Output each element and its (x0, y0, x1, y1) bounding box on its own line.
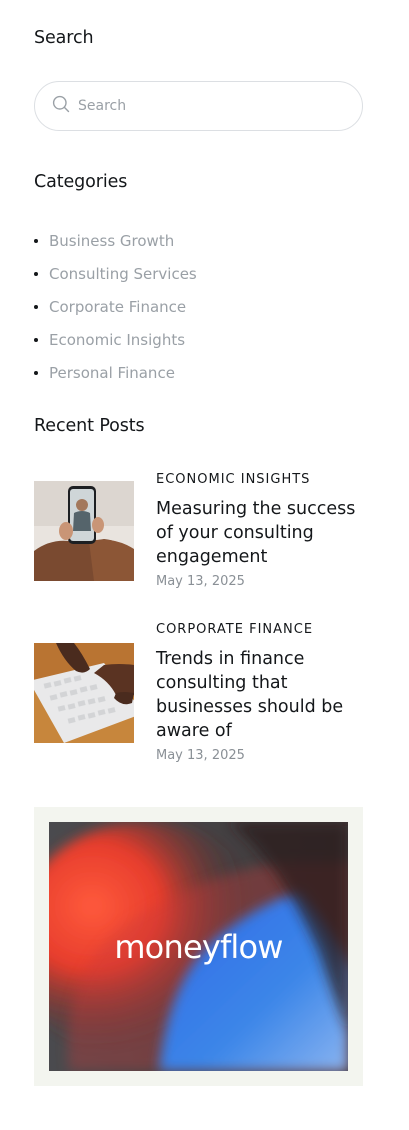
category-item: Consulting Services (34, 257, 197, 290)
bullet-icon (34, 370, 38, 375)
ad-banner[interactable]: moneyflow (34, 807, 363, 1086)
category-item: Business Growth (34, 224, 197, 257)
post-title-link[interactable]: Measuring the success of your consulting… (156, 497, 361, 569)
ad-image[interactable]: moneyflow (49, 822, 348, 1071)
category-item: Corporate Finance (34, 290, 197, 323)
post-date: May 13, 2025 (156, 748, 245, 763)
post-date: May 13, 2025 (156, 574, 245, 589)
category-link-economic-insights[interactable]: Economic Insights (49, 331, 185, 349)
post-meta: ECONOMIC INSIGHTS Measuring the success … (156, 471, 361, 592)
category-link-personal-finance[interactable]: Personal Finance (49, 364, 175, 382)
post-title-link[interactable]: Trends in finance consulting that busine… (156, 647, 361, 743)
post-category: ECONOMIC INSIGHTS (156, 472, 311, 487)
category-list: Business Growth Consulting Services Corp… (34, 224, 197, 389)
post-meta: CORPORATE FINANCE Trends in finance cons… (156, 621, 361, 766)
search-box[interactable] (34, 81, 363, 131)
recent-posts-widget-title: Recent Posts (34, 416, 145, 436)
recent-post-item: ECONOMIC INSIGHTS Measuring the success … (34, 471, 364, 601)
bullet-icon (34, 238, 38, 243)
categories-widget-title: Categories (34, 172, 128, 192)
category-link-business-growth[interactable]: Business Growth (49, 232, 174, 250)
category-item: Personal Finance (34, 356, 197, 389)
search-input[interactable] (78, 98, 338, 114)
category-link-corporate-finance[interactable]: Corporate Finance (49, 298, 186, 316)
recent-post-item: CORPORATE FINANCE Trends in finance cons… (34, 621, 364, 771)
search-widget-title: Search (34, 28, 94, 48)
post-thumbnail-phone[interactable] (34, 481, 134, 581)
ad-brand-text: moneyflow (114, 927, 283, 966)
bullet-icon (34, 337, 38, 342)
post-category: CORPORATE FINANCE (156, 622, 314, 637)
bullet-icon (34, 271, 38, 276)
search-icon (52, 95, 70, 117)
post-thumbnail-keyboard[interactable] (34, 643, 134, 743)
category-item: Economic Insights (34, 323, 197, 356)
category-link-consulting-services[interactable]: Consulting Services (49, 265, 197, 283)
bullet-icon (34, 304, 38, 309)
